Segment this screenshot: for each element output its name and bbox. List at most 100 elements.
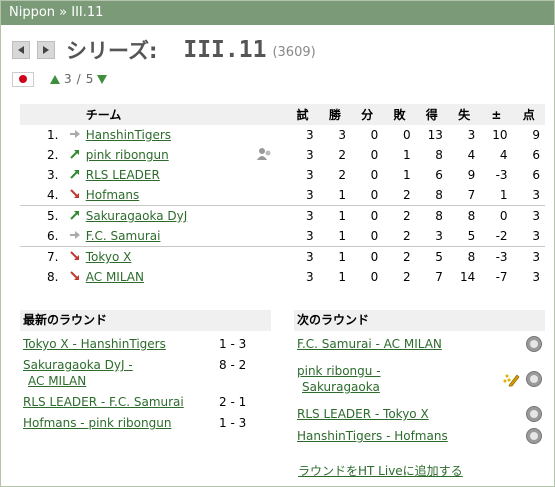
next-series-button[interactable]: [37, 41, 55, 59]
trend-down-arrow-icon: [69, 250, 79, 260]
match-teams: Sakuragaoka DyJ -: [23, 358, 133, 372]
match-link[interactable]: Sakuragaoka DyJ - AC MILAN: [23, 357, 133, 389]
division-current: 3: [64, 72, 72, 86]
header-points: 点: [512, 104, 545, 125]
header-played: 試: [286, 104, 319, 125]
stat-pts: 6: [532, 168, 540, 182]
match-row: RLS LEADER - Tokyo X: [294, 406, 545, 422]
latest-round-title: 最新のラウンド: [20, 310, 271, 331]
match-link[interactable]: HanshinTigers - Hofmans: [297, 428, 448, 444]
match-preview-icon[interactable]: [526, 336, 542, 352]
match-row: Tokyo X - HanshinTigers 1 - 3: [20, 336, 271, 352]
table-row: 6. F.C. Samurai 3 1 0 2 3 5 -2 3: [20, 226, 545, 247]
team-link[interactable]: Hofmans: [86, 188, 140, 202]
stat-w: 2: [338, 148, 346, 162]
stat-d: 0: [370, 270, 379, 284]
arrow-left-icon: [18, 46, 24, 54]
stat-diff: -2: [495, 229, 508, 243]
stat-gf: 13: [427, 128, 443, 142]
add-to-ht-live-link[interactable]: ラウンドをHT Liveに追加する: [298, 462, 463, 479]
team-link[interactable]: Tokyo X: [86, 250, 132, 264]
match-row: F.C. Samurai - AC MILAN: [294, 336, 545, 352]
match-link[interactable]: pink ribongu - Sakuragaoka: [297, 363, 381, 395]
team-link[interactable]: HanshinTigers: [86, 128, 171, 142]
position: 6.: [47, 229, 59, 243]
match-row: HanshinTigers - Hofmans: [294, 428, 545, 444]
stat-d: 0: [351, 205, 384, 226]
stat-w: 1: [338, 270, 346, 284]
stat-w: 2: [338, 168, 346, 182]
table-row: 2. pink ribongun 3 2 0 1 8 4 4 6: [20, 145, 545, 165]
stat-l: 2: [402, 188, 411, 202]
trend-same-arrow-icon: [69, 230, 80, 239]
match-score: 8 - 2: [219, 358, 247, 372]
user-supporter-icon[interactable]: [256, 147, 272, 161]
stat-w: 3: [338, 128, 346, 142]
stat-ga: 3: [467, 128, 476, 142]
series-label: シリーズ:: [66, 39, 158, 63]
stat-ga: 5: [467, 229, 476, 243]
match-preview-icon[interactable]: [526, 406, 542, 422]
stat-g: 3: [306, 168, 314, 182]
stat-gf: 8: [435, 188, 443, 202]
breadcrumb: Nippon » III.11: [1, 1, 554, 25]
division-total: 5: [85, 72, 94, 86]
pencil-icon[interactable]: [502, 371, 520, 387]
stat-pts: 6: [532, 148, 540, 162]
match-row: Sakuragaoka DyJ - AC MILAN 8 - 2: [20, 357, 271, 389]
match-link[interactable]: Tokyo X - HanshinTigers: [23, 336, 166, 352]
stat-w: 1: [338, 229, 346, 243]
division-up-icon[interactable]: [50, 74, 60, 84]
position: 2.: [47, 148, 59, 162]
match-preview-icon[interactable]: [526, 371, 542, 387]
table-row: 7. Tokyo X 3 1 0 2 5 8 -3 3: [20, 246, 545, 267]
team-link[interactable]: pink ribongun: [86, 148, 169, 162]
stat-d: 0: [370, 128, 379, 142]
position: 3.: [47, 168, 59, 182]
match-link[interactable]: F.C. Samurai - AC MILAN: [297, 336, 442, 352]
stat-l: 0: [402, 128, 411, 142]
team-link[interactable]: AC MILAN: [86, 270, 144, 284]
previous-series-button[interactable]: [12, 41, 30, 59]
stat-l: 1: [402, 148, 411, 162]
stat-gf: 8: [435, 148, 443, 162]
match-row: pink ribongu - Sakuragaoka: [294, 363, 545, 395]
table-row: 3. RLS LEADER 3 2 0 1 6 9 -3 6: [20, 165, 545, 185]
match-link[interactable]: RLS LEADER - F.C. Samurai: [23, 394, 184, 410]
series-id: (3609): [272, 44, 316, 60]
match-score: 1 - 3: [219, 416, 247, 430]
stat-w: 1: [318, 205, 351, 226]
trend-same-arrow-icon: [69, 129, 80, 138]
stat-pts: 3: [532, 188, 540, 202]
match-teams: pink ribongu -: [297, 364, 381, 378]
stat-diff: 0: [480, 205, 513, 226]
match-teams: RLS LEADER - Tokyo X: [297, 407, 429, 421]
match-link[interactable]: RLS LEADER - Tokyo X: [297, 406, 429, 422]
position: 8.: [47, 270, 59, 284]
stat-l: 2: [383, 205, 416, 226]
match-teams-cont: AC MILAN: [28, 374, 87, 388]
position: 1.: [47, 128, 59, 142]
team-link[interactable]: RLS LEADER: [86, 168, 160, 182]
stat-diff: 10: [492, 128, 508, 142]
stat-diff: 4: [499, 148, 508, 162]
team-link[interactable]: F.C. Samurai: [86, 229, 161, 243]
japan-flag-icon: [12, 71, 34, 87]
table-row: 1. HanshinTigers 3 3 0 0 13 3 10 9: [20, 125, 545, 145]
match-teams-cont: Sakuragaoka: [302, 380, 380, 394]
division-down-icon[interactable]: [97, 74, 108, 84]
stat-w: 1: [338, 188, 346, 202]
match-link[interactable]: Hofmans - pink ribongun: [23, 415, 171, 431]
match-teams: Tokyo X - HanshinTigers: [23, 337, 166, 351]
stat-gf: 6: [435, 168, 443, 182]
stat-ga: 14: [459, 270, 476, 284]
stat-ga: 4: [467, 148, 476, 162]
match-teams: RLS LEADER - F.C. Samurai: [23, 395, 184, 409]
division-nav: 3 / 5: [12, 71, 108, 87]
position: 4.: [47, 188, 59, 202]
match-preview-icon[interactable]: [526, 428, 542, 444]
stat-g: 3: [306, 229, 314, 243]
stat-l: 2: [402, 270, 411, 284]
stat-ga: 7: [467, 188, 476, 202]
team-link[interactable]: Sakuragaoka DyJ: [86, 209, 188, 223]
